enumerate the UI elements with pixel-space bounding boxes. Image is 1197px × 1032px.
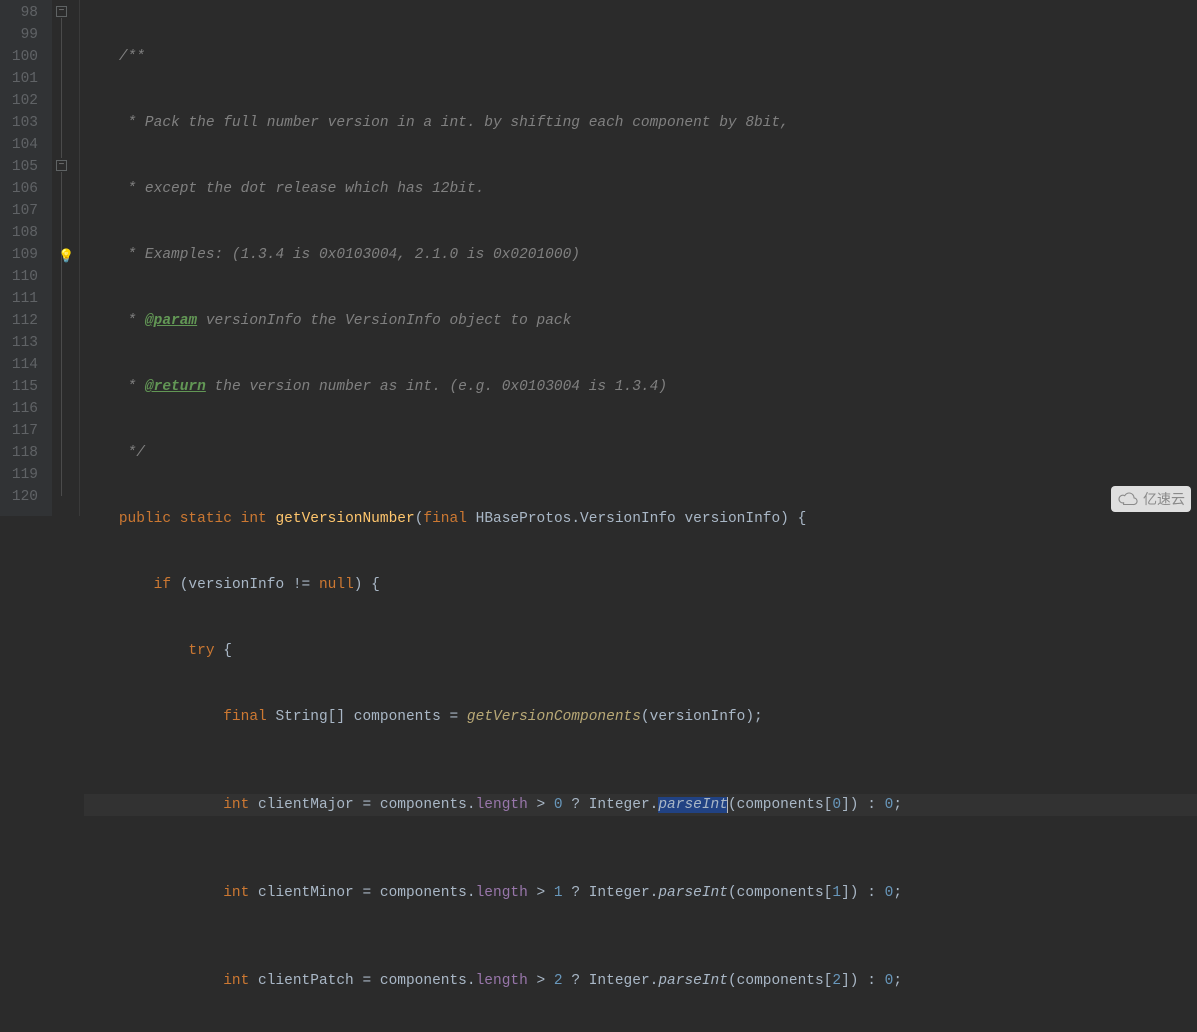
number: 2: [554, 973, 563, 989]
code-text: {: [215, 643, 232, 659]
code-text: >: [528, 973, 554, 989]
keyword: final: [223, 709, 267, 725]
code-text-area[interactable]: /** * Pack the full number version in a …: [80, 0, 1197, 516]
line-number: 118: [0, 442, 38, 464]
watermark: 亿速云: [1111, 486, 1191, 512]
code-text: (components[: [728, 885, 832, 901]
fold-toggle-icon[interactable]: [56, 6, 67, 17]
code-text: ? Integer.: [563, 973, 659, 989]
code-text: (versionInfo);: [641, 709, 763, 725]
code-text: ]) :: [841, 885, 885, 901]
code-text: (components[: [728, 973, 832, 989]
code-text: ? Integer.: [563, 885, 659, 901]
code-text: ]) :: [841, 797, 885, 813]
keyword: int: [223, 973, 249, 989]
comment: */: [119, 445, 145, 461]
line-number: 110: [0, 266, 38, 288]
code-text: ;: [893, 973, 902, 989]
line-number: 116: [0, 398, 38, 420]
intention-bulb-icon[interactable]: 💡: [58, 246, 74, 268]
comment: * except the dot release which has 12bit…: [119, 181, 484, 197]
cloud-icon: [1117, 492, 1139, 506]
code-text: (versionInfo !=: [171, 577, 319, 593]
fold-column[interactable]: 💡: [52, 0, 80, 516]
field: length: [476, 885, 528, 901]
keyword: int: [241, 511, 267, 527]
line-number: 103: [0, 112, 38, 134]
keyword: final: [423, 511, 467, 527]
line-number: 105: [0, 156, 38, 178]
line-number: 100: [0, 46, 38, 68]
line-number: 106: [0, 178, 38, 200]
javadoc-tag: @return: [145, 379, 206, 395]
fold-toggle-icon[interactable]: [56, 160, 67, 171]
number: 0: [832, 797, 841, 813]
line-number: 98: [0, 2, 38, 24]
line-number: 108: [0, 222, 38, 244]
line-number: 113: [0, 332, 38, 354]
field: length: [476, 973, 528, 989]
keyword: if: [154, 577, 171, 593]
watermark-text: 亿速云: [1143, 488, 1185, 510]
line-number: 119: [0, 464, 38, 486]
code-editor[interactable]: 98 99 100 101 102 103 104 105 106 107 10…: [0, 0, 1197, 516]
method-call: parseInt: [658, 885, 728, 901]
line-number: 114: [0, 354, 38, 376]
code-text: ) {: [354, 577, 380, 593]
line-number: 99: [0, 24, 38, 46]
comment: /**: [119, 49, 145, 65]
javadoc-tag: @param: [145, 313, 197, 329]
line-number: 102: [0, 90, 38, 112]
keyword: int: [223, 885, 249, 901]
comment: * Examples: (1.3.4 is 0x0103004, 2.1.0 i…: [119, 247, 580, 263]
keyword: try: [188, 643, 214, 659]
number: 1: [554, 885, 563, 901]
comment: versionInfo the VersionInfo object to pa…: [197, 313, 571, 329]
line-number: 104: [0, 134, 38, 156]
method-call: parseInt: [658, 973, 728, 989]
comment: *: [119, 379, 145, 395]
line-number: 120: [0, 486, 38, 508]
field: length: [476, 797, 528, 813]
fold-guide: [61, 172, 62, 496]
line-number: 117: [0, 420, 38, 442]
method-name: getVersionNumber: [275, 511, 414, 527]
code-text: HBaseProtos.VersionInfo versionInfo) {: [476, 511, 807, 527]
line-number: 107: [0, 200, 38, 222]
code-text: ;: [893, 797, 902, 813]
code-text: ? Integer.: [563, 797, 659, 813]
code-text: >: [528, 885, 554, 901]
number: 0: [554, 797, 563, 813]
line-number: 115: [0, 376, 38, 398]
line-number-gutter: 98 99 100 101 102 103 104 105 106 107 10…: [0, 0, 52, 516]
number: 0: [885, 885, 894, 901]
number: 1: [832, 885, 841, 901]
fold-guide: [61, 18, 62, 158]
comment: *: [119, 313, 145, 329]
code-text: ;: [893, 885, 902, 901]
keyword: static: [180, 511, 232, 527]
comment: the version number as int. (e.g. 0x01030…: [206, 379, 667, 395]
current-line: int clientMajor = components.length > 0 …: [84, 794, 1197, 816]
code-text: clientPatch = components.: [249, 973, 475, 989]
comment: * Pack the full number version in a int.…: [119, 115, 789, 131]
method-call: getVersionComponents: [467, 709, 641, 725]
code-text: clientMajor = components.: [249, 797, 475, 813]
keyword: int: [223, 797, 249, 813]
code-text: String[] components =: [267, 709, 467, 725]
line-number: 109: [0, 244, 38, 266]
keyword: public: [119, 511, 171, 527]
number: 2: [832, 973, 841, 989]
code-text: (components[: [728, 797, 832, 813]
code-text: >: [528, 797, 554, 813]
line-number: 112: [0, 310, 38, 332]
keyword: null: [319, 577, 354, 593]
line-number: 111: [0, 288, 38, 310]
selection: parseInt: [658, 797, 728, 813]
code-text: ]) :: [841, 973, 885, 989]
number: 0: [885, 973, 894, 989]
code-text: clientMinor = components.: [249, 885, 475, 901]
line-number: 101: [0, 68, 38, 90]
number: 0: [885, 797, 894, 813]
